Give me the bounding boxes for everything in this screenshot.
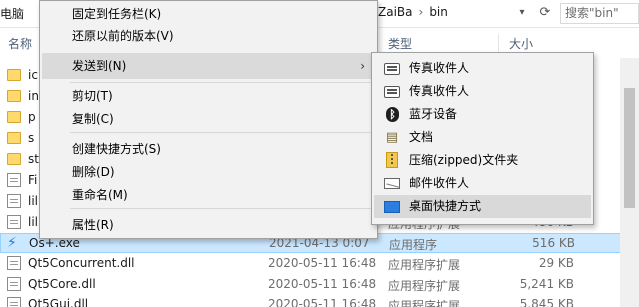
submenu-item-zip-folder[interactable]: 压缩(zipped)文件夹 [374, 149, 591, 172]
menu-item-label: 发送到(N) [72, 59, 127, 73]
folder-icon [7, 153, 21, 165]
file-date: 2020-05-11 16:48 [268, 297, 377, 307]
scrollbar-thumb[interactable] [624, 88, 635, 208]
chevron-right-icon: › [360, 59, 365, 73]
folder-icon [7, 111, 21, 123]
folder-icon [7, 90, 21, 102]
file-icon [7, 297, 21, 307]
menu-item-rename[interactable]: 重命名(M) [42, 182, 375, 208]
fax-icon [384, 86, 400, 98]
submenu-item-label: 压缩(zipped)文件夹 [409, 153, 519, 167]
breadcrumb-item-bin[interactable]: bin [429, 5, 448, 19]
fax-icon [384, 63, 400, 75]
desktop-icon [384, 201, 400, 213]
menu-divider [70, 132, 373, 133]
file-row-file[interactable]: Qt5Core.dll 2020-05-11 16:48 应用程序扩展 5,24… [0, 275, 639, 295]
file-name: s [28, 131, 35, 145]
submenu-item-label: 桌面快捷方式 [409, 199, 482, 213]
search-placeholder: 搜索"bin" [565, 6, 619, 20]
file-icon [7, 194, 21, 208]
send-to-submenu: 传真收件人 传真收件人 ᛒ 蓝牙设备 ▤ 文档 压缩(zipped)文件夹 邮件… [371, 52, 594, 225]
file-type: 应用程序扩展 [388, 299, 461, 307]
file-row-file[interactable]: Qt5Concurrent.dll 2020-05-11 16:48 应用程序扩… [0, 254, 639, 274]
file-size: 5,845 KB [519, 297, 574, 307]
menu-item-copy[interactable]: 复制(C) [42, 106, 375, 132]
zip-folder-icon [386, 152, 398, 168]
menu-item-restore-versions[interactable]: 还原以前的版本(V) [42, 23, 375, 49]
address-prefix[interactable]: 电脑 [0, 5, 24, 22]
breadcrumb-item-zaiba[interactable]: ZaiBa [378, 5, 413, 19]
file-name: in [28, 89, 39, 103]
file-size: 516 KB [532, 236, 575, 250]
file-icon [7, 215, 21, 229]
file-row-file[interactable]: Qt5Gui.dll 2020-05-11 16:48 应用程序扩展 5,845… [0, 295, 639, 307]
submenu-item-bluetooth[interactable]: ᛒ 蓝牙设备 [374, 103, 591, 126]
file-name: Qt5Core.dll [28, 277, 96, 291]
lightning-icon: ⚡ [7, 235, 17, 251]
file-size: 5,241 KB [519, 277, 574, 291]
submenu-item-label: 邮件收件人 [409, 176, 470, 190]
file-name: lil [28, 215, 39, 229]
submenu-item-documents[interactable]: ▤ 文档 [374, 126, 591, 149]
bluetooth-icon: ᛒ [386, 107, 399, 122]
documents-icon: ▤ [385, 130, 399, 145]
file-name: ic [28, 68, 38, 82]
submenu-item-label: 传真收件人 [409, 84, 470, 98]
file-name: Qt5Gui.dll [28, 297, 89, 307]
file-name: p [28, 110, 36, 124]
column-divider[interactable] [498, 34, 499, 54]
breadcrumb: ZaiBa › bin [378, 5, 448, 19]
menu-divider [70, 208, 373, 209]
file-name: Qt5Concurrent.dll [28, 256, 135, 270]
file-type: 应用程序 [389, 238, 438, 252]
vertical-scrollbar[interactable] [620, 58, 639, 307]
menu-item-properties[interactable]: 属性(R) [42, 212, 375, 238]
submenu-item-fax-recipient[interactable]: 传真收件人 [374, 57, 591, 80]
file-name: Fi [28, 173, 38, 187]
refresh-icon[interactable]: ⟳ [535, 3, 555, 23]
file-date: 2020-05-11 16:48 [268, 256, 377, 270]
folder-icon [7, 132, 21, 144]
submenu-item-fax-recipient[interactable]: 传真收件人 [374, 80, 591, 103]
mail-icon [384, 178, 400, 189]
menu-item-send-to[interactable]: 发送到(N) › [42, 53, 375, 79]
submenu-item-label: 文档 [409, 130, 434, 144]
chevron-down-icon[interactable]: ▾ [512, 3, 532, 23]
file-icon [7, 277, 21, 291]
file-type: 应用程序扩展 [388, 258, 461, 272]
submenu-item-desktop-shortcut[interactable]: 桌面快捷方式 [374, 195, 591, 218]
file-size: 29 KB [538, 256, 574, 270]
breadcrumb-separator: › [418, 5, 424, 19]
file-type: 应用程序扩展 [388, 279, 461, 293]
file-icon [7, 173, 21, 187]
submenu-item-label: 传真收件人 [409, 61, 470, 75]
column-header-name[interactable]: 名称 [8, 31, 32, 57]
search-input[interactable]: 搜索"bin" [560, 3, 639, 24]
file-name: lil [28, 194, 39, 208]
submenu-item-label: 蓝牙设备 [409, 107, 458, 121]
submenu-item-mail-recipient[interactable]: 邮件收件人 [374, 172, 591, 195]
context-menu: 固定到任务栏(K) 还原以前的版本(V) 发送到(N) › 剪切(T) 复制(C… [39, 0, 378, 239]
file-icon [7, 256, 21, 270]
file-date: 2020-05-11 16:48 [268, 277, 377, 291]
file-name: st [28, 152, 39, 166]
folder-icon [7, 69, 21, 81]
